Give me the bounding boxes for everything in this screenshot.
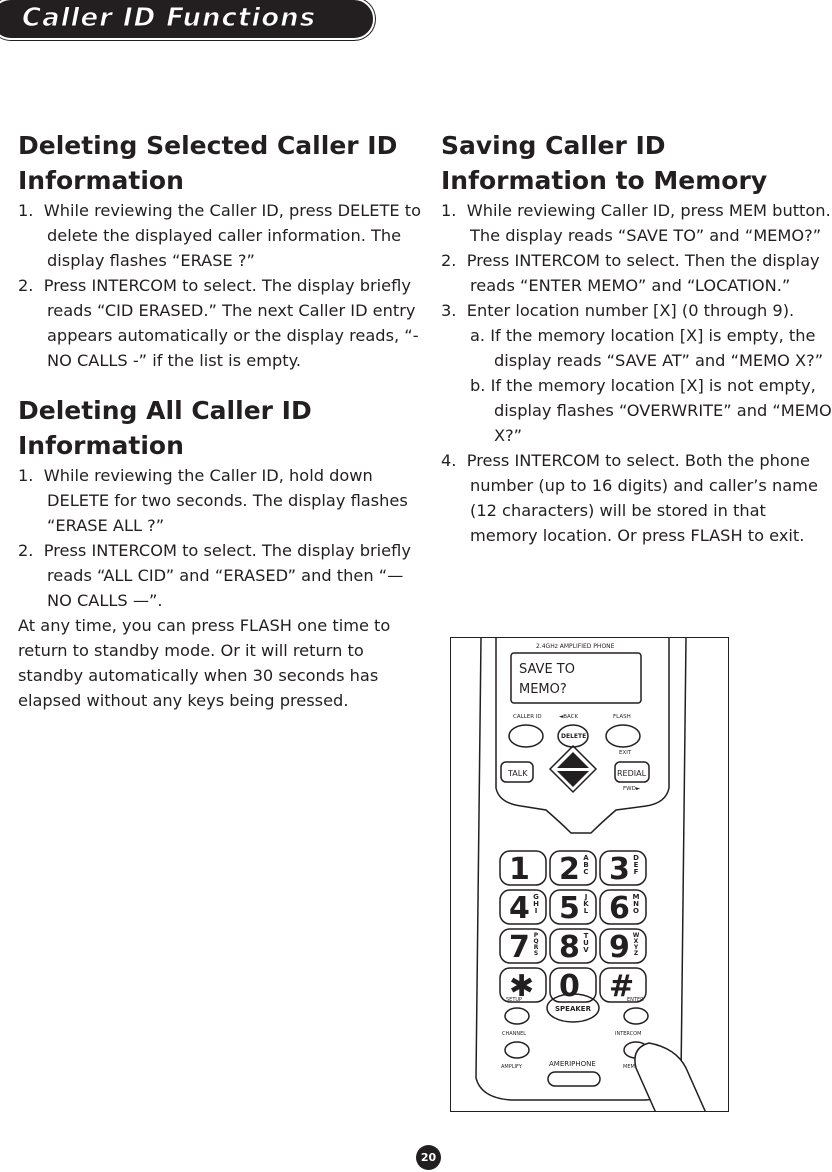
delete-label: DELETE (561, 733, 586, 740)
channel-label: CHANNEL (502, 1031, 526, 1037)
keypad-letters: TUV (582, 932, 590, 953)
intercom-label: INTERCOM (615, 1031, 641, 1037)
right-column: Saving Caller ID Information to Memory 1… (441, 128, 832, 548)
enter-intercom-button (623, 1007, 649, 1025)
mem-label: MEM (623, 1064, 635, 1070)
heading-deleting-selected: Deleting Selected Caller ID Information (18, 131, 398, 195)
caller-id-label: CALLER ID (513, 714, 542, 720)
exit-label: EXIT (619, 750, 632, 756)
keypad-letters: GHI (532, 893, 540, 914)
fwd-label: FWD► (623, 786, 641, 792)
steps-deleting-all: 1. While reviewing the Caller ID, hold d… (18, 463, 423, 613)
keypad-letters: MNO (632, 893, 640, 914)
substep: a. If the memory location [X] is empty, … (470, 326, 824, 370)
keypad-digit: 3 (609, 852, 630, 887)
keypad-digit: 0 (559, 969, 580, 1004)
keypad-letters: PQRS (533, 932, 540, 956)
redial-label: REDIAL (617, 769, 647, 778)
talk-label: TALK (507, 769, 528, 778)
flash-note: At any time, you can press FLASH one tim… (18, 616, 391, 710)
phone-illustration: 2.4GHz AMPLIFIED PHONE SAVE TO MEMO? CAL… (450, 637, 729, 1112)
flash-label: FLASH (613, 714, 631, 720)
keypad-digit: 2 (559, 852, 580, 887)
steps-saving: 1. While reviewing Caller ID, press MEM … (441, 198, 832, 548)
phone-model-label: 2.4GHz AMPLIFIED PHONE (536, 643, 615, 650)
amplify-button (504, 1041, 530, 1059)
steps-deleting-selected: 1. While reviewing the Caller ID, press … (18, 198, 423, 373)
keypad-digit: 5 (559, 891, 580, 926)
section-header-title: Caller ID Functions (21, 3, 317, 34)
keypad-letters: JKL (582, 893, 590, 914)
step: 2. Press INTERCOM to select. Then the di… (441, 251, 820, 295)
setup-label: SETUP (506, 997, 522, 1003)
step: 2. Press INTERCOM to select. The display… (18, 276, 419, 370)
section-header-banner: Caller ID Functions (0, 0, 375, 40)
brand-logo: AMERIPHONE (549, 1060, 596, 1068)
finger-illustration (634, 1042, 706, 1111)
page-number: 20 (416, 1145, 441, 1170)
keypad-digit: 8 (559, 930, 580, 965)
keypad-letters: WXYZ (632, 932, 640, 956)
keypad-letters: ABC (582, 854, 590, 875)
keypad-digit: 7 (509, 930, 530, 965)
substep: b. If the memory location [X] is not emp… (470, 376, 832, 445)
enter-label: ENTER (627, 997, 644, 1003)
amplify-label: AMPLIFY (501, 1064, 523, 1070)
caller-id-button (508, 724, 544, 748)
heading-saving: Saving Caller ID Information to Memory (441, 131, 768, 195)
setup-channel-button (504, 1007, 530, 1025)
lcd-line-2: MEMO? (519, 682, 567, 697)
step: 1. While reviewing the Caller ID, press … (18, 201, 422, 270)
flash-button (605, 724, 641, 748)
keypad-digit: 1 (509, 852, 530, 887)
step: 2. Press INTERCOM to select. The display… (18, 541, 411, 610)
back-label: ◄BACK (559, 714, 579, 720)
keypad-digit: 4 (509, 891, 530, 926)
keypad-letters: DEF (632, 854, 640, 875)
lcd-line-1: SAVE TO (519, 662, 575, 677)
step: 3. Enter location number [X] (0 through … (441, 301, 795, 320)
speaker-label: SPEAKER (555, 1005, 592, 1013)
keypad-digit: 9 (609, 930, 630, 965)
left-column: Deleting Selected Caller ID Information … (18, 128, 423, 713)
step: 1. While reviewing the Caller ID, hold d… (18, 466, 408, 535)
heading-deleting-all: Deleting All Caller ID Information (18, 396, 312, 460)
microphone-grille (547, 1071, 601, 1087)
step: 4. Press INTERCOM to select. Both the ph… (441, 451, 818, 545)
step: 1. While reviewing Caller ID, press MEM … (441, 201, 831, 245)
keypad-digit: 6 (609, 891, 630, 926)
